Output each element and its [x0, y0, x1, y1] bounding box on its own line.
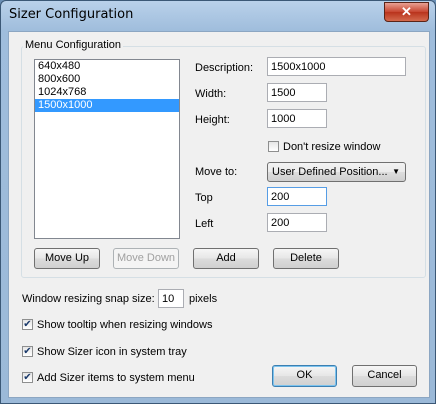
list-item[interactable]: 1024x768 [35, 86, 179, 99]
tooltip-checkbox[interactable]: ✔ [22, 319, 33, 330]
description-label: Description: [195, 62, 254, 74]
tooltip-label: Show tooltip when resizing windows [37, 319, 213, 331]
list-item-selected[interactable]: 1500x1000 [35, 99, 179, 112]
list-item[interactable]: 640x480 [35, 60, 179, 73]
top-label: Top [195, 192, 213, 204]
list-item[interactable]: 800x600 [35, 73, 179, 86]
move-to-label: Move to: [195, 166, 238, 178]
description-field[interactable]: 1500x1000 [267, 57, 406, 76]
height-field[interactable]: 1000 [267, 109, 327, 128]
system-menu-label: Add Sizer items to system menu [37, 372, 195, 384]
chevron-down-icon: ▼ [392, 167, 400, 176]
close-icon[interactable]: ✕ [384, 2, 429, 22]
tray-icon-label: Show Sizer icon in system tray [37, 346, 187, 358]
move-to-value: User Defined Position... [272, 166, 388, 178]
dialog-client-area: Menu Configuration 640x480 800x600 1024x… [8, 31, 430, 398]
height-label: Height: [195, 114, 230, 126]
system-menu-checkbox[interactable]: ✔ [22, 372, 33, 383]
ok-button[interactable]: OK [272, 365, 337, 387]
width-field[interactable]: 1500 [267, 83, 327, 102]
move-up-button[interactable]: Move Up [34, 248, 100, 269]
move-down-button[interactable]: Move Down [113, 248, 179, 269]
dialog-window: Sizer Configuration ✕ Menu Configuration… [0, 0, 436, 404]
add-button[interactable]: Add [193, 248, 259, 269]
delete-button[interactable]: Delete [273, 248, 339, 269]
group-label: Menu Configuration [23, 39, 124, 51]
left-label: Left [195, 218, 214, 230]
resolution-list[interactable]: 640x480 800x600 1024x768 1500x1000 [34, 59, 180, 239]
title-bar[interactable]: Sizer Configuration ✕ [1, 1, 435, 31]
snap-unit-label: pixels [189, 293, 218, 305]
cancel-button[interactable]: Cancel [352, 365, 417, 387]
left-field[interactable]: 200 [267, 213, 327, 232]
tray-icon-checkbox[interactable]: ✔ [22, 346, 33, 357]
dont-resize-checkbox[interactable] [268, 141, 279, 152]
window-title: Sizer Configuration [9, 7, 134, 22]
width-label: Width: [195, 88, 227, 100]
move-to-select[interactable]: User Defined Position... ▼ [267, 162, 406, 182]
snap-size-field[interactable]: 10 [158, 289, 184, 308]
snap-size-label: Window resizing snap size: [22, 293, 155, 305]
dont-resize-label: Don't resize window [283, 141, 381, 153]
top-field[interactable]: 200 [267, 187, 327, 206]
